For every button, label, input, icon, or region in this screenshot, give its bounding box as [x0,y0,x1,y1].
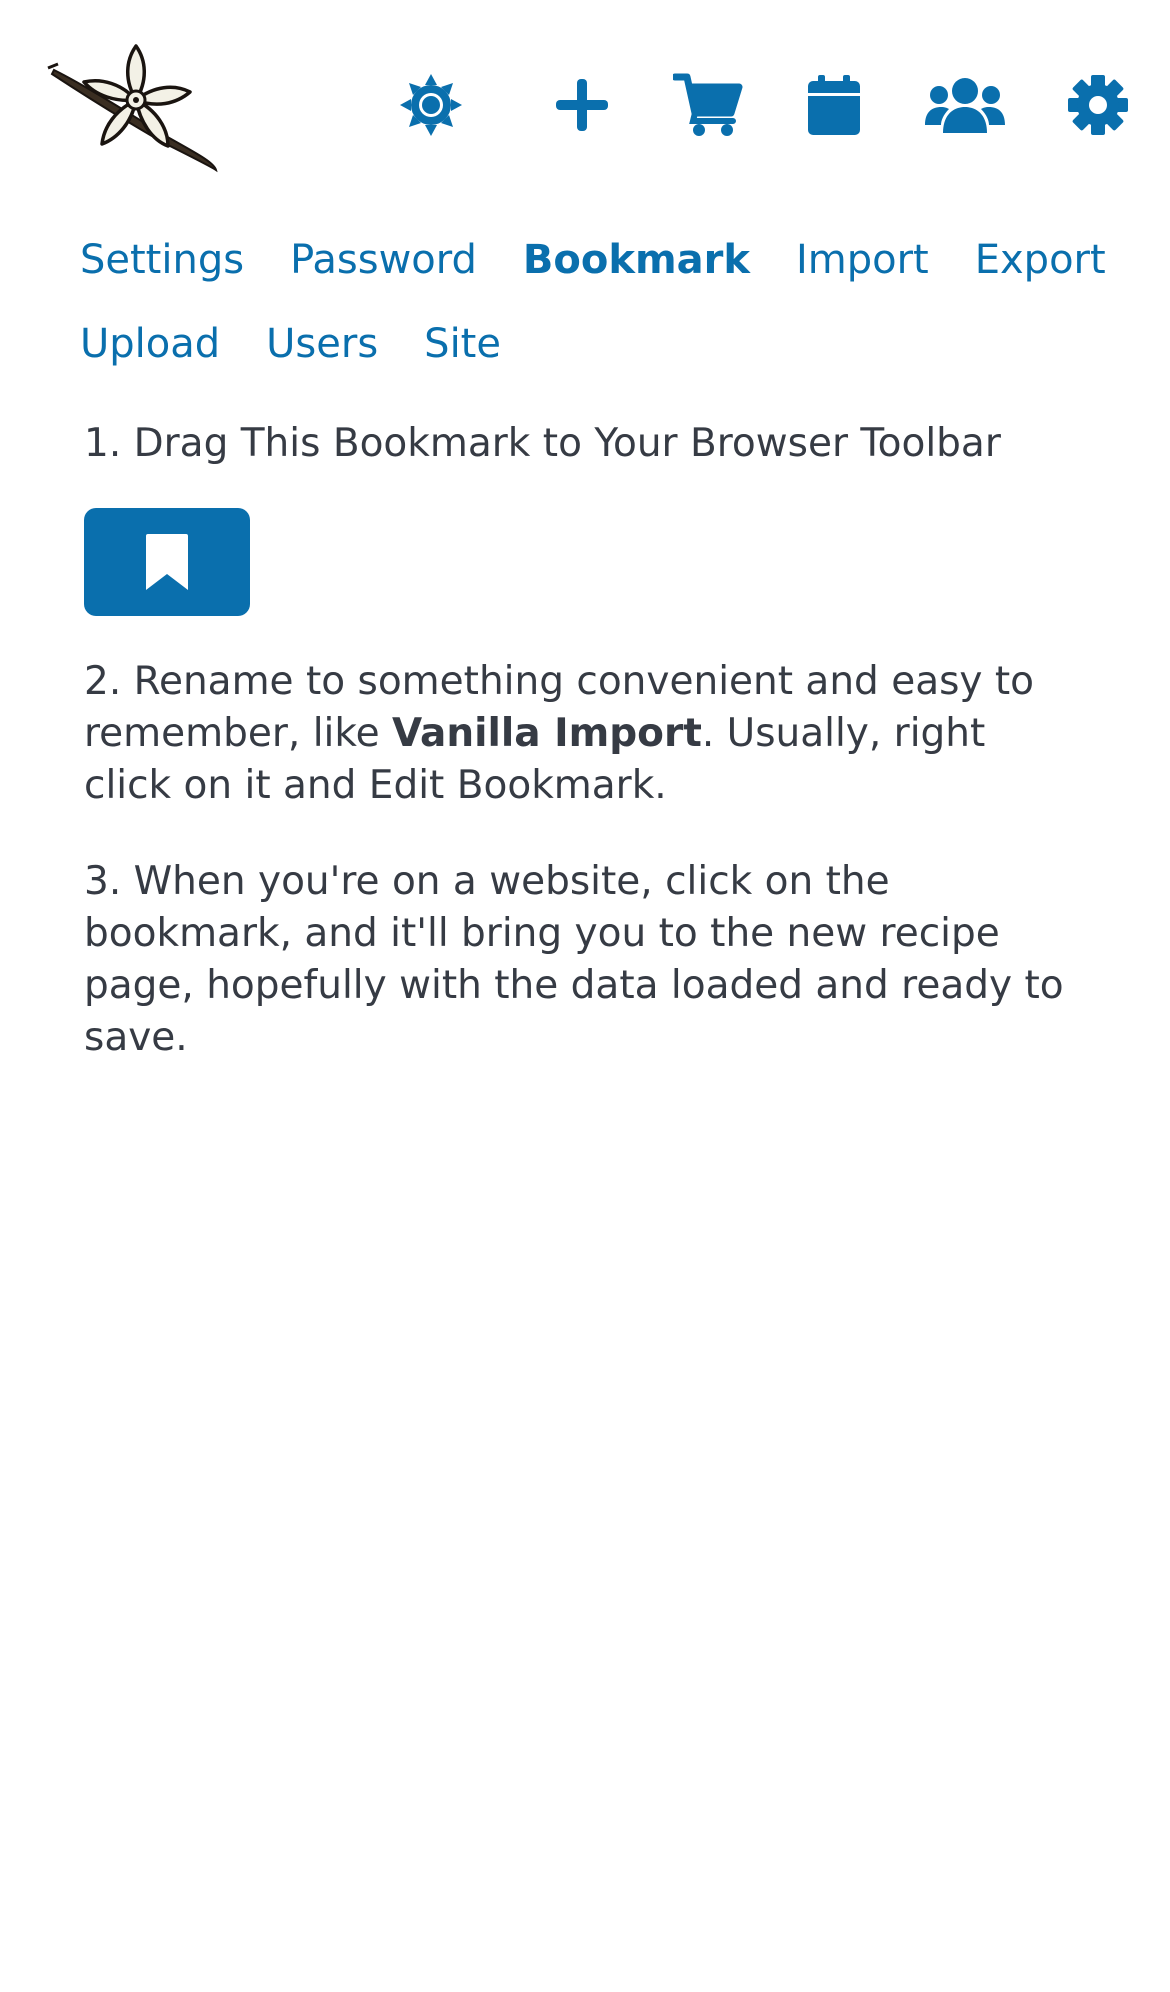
gear-icon[interactable] [1066,70,1130,140]
top-bar [0,0,1170,200]
bookmarklet-button[interactable] [84,508,250,616]
settings-subnav: Settings Password Bookmark Import Export… [80,218,1106,386]
tab-export[interactable]: Export [975,237,1106,283]
tab-users[interactable]: Users [266,321,378,367]
users-icon[interactable] [925,70,1005,140]
tab-settings[interactable]: Settings [80,237,244,283]
step-2-text: 2. Rename to something convenient and ea… [84,656,1074,812]
bookmark-icon [146,534,188,590]
tab-upload[interactable]: Upload [80,321,220,367]
sun-icon[interactable] [396,70,466,140]
calendar-icon[interactable] [806,70,862,140]
suggested-bookmark-name: Vanilla Import [391,711,702,756]
subnav-row-1: Settings Password Bookmark Import Export [80,218,1106,302]
plus-icon[interactable] [552,70,612,140]
tab-bookmark[interactable]: Bookmark [523,237,750,283]
tab-site[interactable]: Site [424,321,501,367]
subnav-row-2: Upload Users Site [80,302,1100,386]
bookmark-instructions: 1. Drag This Bookmark to Your Browser To… [84,418,1074,1064]
vanilla-logo[interactable] [44,40,224,175]
step-3-text: 3. When you're on a website, click on th… [84,859,1064,1060]
step-1-text: 1. Drag This Bookmark to Your Browser To… [84,421,1001,466]
tab-password[interactable]: Password [290,237,477,283]
tab-import[interactable]: Import [796,237,929,283]
cart-icon[interactable] [672,70,744,140]
